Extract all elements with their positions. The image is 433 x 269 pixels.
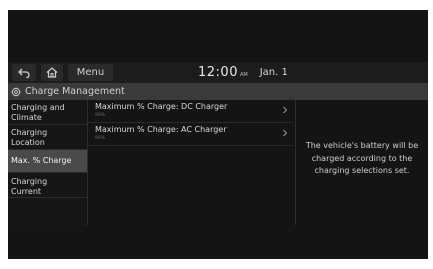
info-line: charging selections set.	[314, 166, 410, 175]
clock-date: Jan. 1	[259, 67, 288, 78]
list-item-value: 90%	[95, 113, 106, 118]
sidebar: Charging and Climate Charging Location M…	[8, 100, 87, 225]
clock: 12:00 AM Jan. 1	[198, 64, 288, 81]
home-icon	[46, 67, 58, 78]
sidebar-item-label: Charging	[11, 177, 48, 186]
clock-time: 12:00	[198, 65, 238, 80]
list-item-title: Maximum % Charge: DC Charger	[95, 102, 228, 111]
list-item-title: Maximum % Charge: AC Charger	[95, 125, 227, 134]
divider	[295, 100, 296, 225]
sidebar-item-max-charge[interactable]: Max. % Charge	[8, 150, 87, 173]
clock-ampm: AM	[239, 72, 248, 78]
sidebar-item-label: Charging	[11, 128, 48, 137]
sidebar-item-label-line2: Location	[11, 137, 45, 147]
sidebar-item-label: Charging and	[11, 103, 65, 112]
page-title: Charge Management	[25, 86, 125, 97]
list-item-ac-charger[interactable]: Maximum % Charge: AC Charger 90%	[88, 123, 293, 146]
sidebar-item-label-line2: Current	[11, 186, 42, 196]
chevron-right-icon	[283, 106, 288, 114]
info-text: The vehicle's battery will be charged ac…	[298, 140, 426, 178]
chevron-right-icon	[283, 129, 288, 137]
back-arrow-icon	[18, 68, 30, 78]
back-button[interactable]	[12, 64, 36, 81]
sidebar-item-charging-current[interactable]: Charging Current	[8, 173, 87, 198]
menu-button[interactable]: Menu	[68, 64, 113, 81]
sidebar-item-label-line2: Climate	[11, 112, 42, 122]
sidebar-item-charging-and-climate[interactable]: Charging and Climate	[8, 100, 87, 125]
list-item-dc-charger[interactable]: Maximum % Charge: DC Charger 90%	[88, 100, 293, 123]
home-button[interactable]	[41, 64, 63, 81]
title-bar: Charge Management	[8, 83, 428, 100]
info-line: The vehicle's battery will be	[305, 141, 419, 150]
gear-icon	[11, 86, 22, 97]
infotainment-screen: Menu 12:00 AM Jan. 1 Charge Management C…	[8, 10, 428, 259]
sidebar-item-charging-location[interactable]: Charging Location	[8, 125, 87, 150]
list-item-value: 90%	[95, 136, 106, 141]
top-bar: Menu 12:00 AM Jan. 1	[8, 62, 428, 83]
sidebar-item-label: Max. % Charge	[11, 156, 72, 165]
info-line: charged according to the	[311, 153, 413, 163]
